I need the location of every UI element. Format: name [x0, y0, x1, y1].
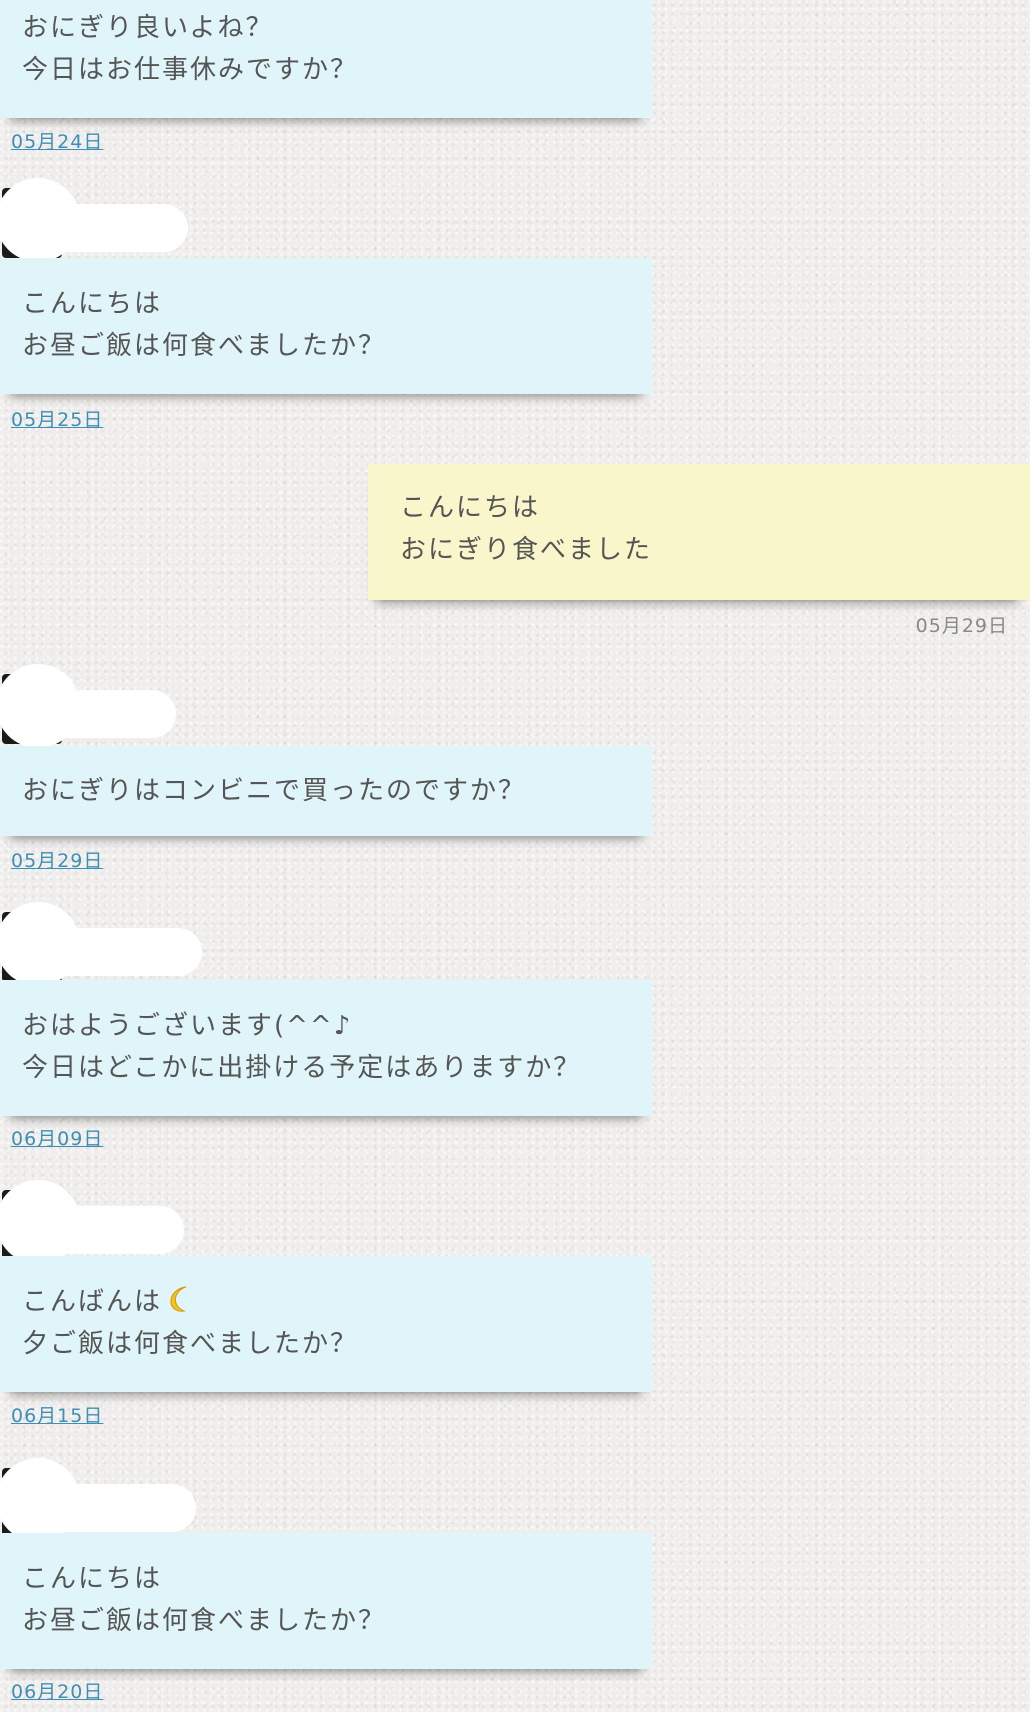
message-date-link[interactable]: 05月29日	[11, 849, 103, 873]
message-date-link[interactable]: 06月20日	[11, 1680, 103, 1704]
message-date-link[interactable]: 06月09日	[11, 1127, 103, 1151]
sender-name-redaction	[30, 928, 202, 976]
message-text-line: こんにちは	[22, 289, 163, 319]
message-bubble-incoming: こんにちは お昼ご飯は何食べましたか？	[0, 258, 652, 394]
message-bubble-incoming: こんばんは 夕ご飯は何食べましたか？	[0, 1256, 652, 1392]
message-text-line: お昼ご飯は何食べましたか？	[22, 1606, 387, 1636]
message-date: 05月29日	[915, 615, 1008, 637]
sender-name-redaction	[30, 690, 176, 738]
sender-avatar[interactable]	[0, 664, 200, 754]
message-bubble-incoming: おにぎりはコンビニで買ったのですか？	[0, 746, 652, 836]
sender-name-redaction	[30, 204, 188, 252]
message-bubble-outgoing: こんにちは おにぎり食べました	[368, 464, 1030, 600]
message-text-line: おにぎり良いよね？	[22, 13, 274, 43]
message-bubble-incoming: おにぎり良いよね？ 今日はお仕事休みですか？	[0, 0, 652, 118]
message-text-line: 今日はお仕事休みですか？	[22, 55, 359, 85]
message-text: こんばんは	[22, 1287, 163, 1317]
message-text-line: こんにちは	[22, 1564, 163, 1594]
message-bubble-incoming: こんにちは お昼ご飯は何食べましたか？	[0, 1533, 652, 1669]
message-text-line: おにぎりはコンビニで買ったのですか？	[22, 776, 527, 806]
message-text-line: お昼ご飯は何食べましたか？	[22, 331, 387, 361]
message-text-line: こんにちは	[400, 493, 541, 523]
chat-thread: おにぎり良いよね？ 今日はお仕事休みですか？ 05月24日 こんにちは お昼ご飯…	[0, 0, 1030, 1712]
message-date-link[interactable]: 06月15日	[11, 1404, 103, 1428]
message-text-line: 夕ご飯は何食べましたか？	[22, 1329, 359, 1359]
sender-name-redaction	[30, 1206, 184, 1254]
message-bubble-incoming: おはようございます(^^♪ 今日はどこかに出掛ける予定はありますか？	[0, 980, 652, 1116]
message-text-line: おはようございます(^^♪	[22, 1011, 353, 1041]
sender-avatar[interactable]	[0, 902, 202, 992]
message-text-line: おにぎり食べました	[400, 535, 653, 565]
sender-avatar[interactable]	[0, 178, 200, 268]
message-date-link[interactable]: 05月24日	[11, 130, 103, 154]
sender-name-redaction	[30, 1484, 196, 1532]
message-text-line: 今日はどこかに出掛ける予定はありますか？	[22, 1053, 582, 1083]
message-date-link[interactable]: 05月25日	[11, 408, 103, 432]
message-text-line: こんばんは	[22, 1281, 630, 1323]
crescent-moon-icon	[170, 1286, 187, 1312]
